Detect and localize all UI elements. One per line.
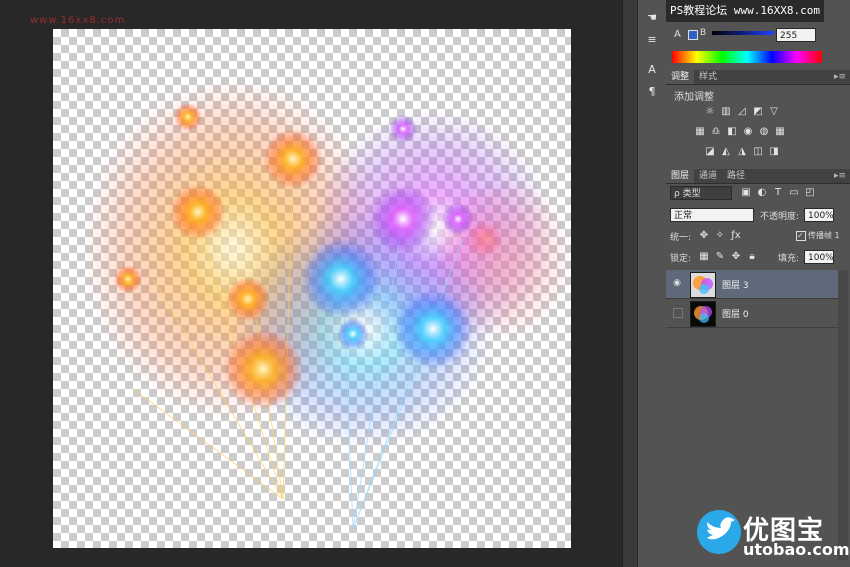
- lookup-icon[interactable]: ▦: [774, 126, 786, 138]
- tab-styles[interactable]: 样式: [694, 70, 722, 84]
- propagate-checkbox[interactable]: ✓: [796, 231, 806, 241]
- color-label-b: B: [700, 28, 707, 38]
- unify-label: 统一:: [670, 233, 692, 243]
- lock-label: 锁定:: [670, 254, 692, 264]
- selective-color-icon[interactable]: ◨: [768, 146, 780, 158]
- layer-thumbnail: [690, 272, 716, 298]
- lock-move-icon[interactable]: ✥: [730, 251, 742, 263]
- threshold-icon[interactable]: ◮: [736, 146, 748, 158]
- tab-channels[interactable]: 通道: [694, 169, 722, 183]
- layer-row-0[interactable]: 图层 0: [666, 299, 838, 328]
- vertical-scrollbar[interactable]: [622, 0, 637, 567]
- layers-tabs: 图层 通道 路径 ▸≡: [666, 169, 850, 184]
- lock-paint-icon[interactable]: ✎: [714, 251, 726, 263]
- bird-logo-icon: [697, 510, 741, 554]
- lock-row: 锁定: ▦ ✎ ✥ 🔒︎ 填充: 100%: [666, 249, 850, 267]
- posterize-icon[interactable]: ◭: [720, 146, 732, 158]
- invert-icon[interactable]: ◪: [704, 146, 716, 158]
- opacity-field[interactable]: 100%: [804, 208, 834, 222]
- adjust-title: 添加调整: [674, 92, 714, 103]
- color-value-field[interactable]: 255: [776, 28, 816, 42]
- panel-menu-icon[interactable]: ▸≡: [834, 70, 846, 84]
- unify-visibility-icon[interactable]: ✧: [714, 230, 726, 242]
- filter-smart-icon[interactable]: ◰: [804, 187, 816, 199]
- brand-watermark: 优图宝 utobao.com: [695, 508, 850, 563]
- filter-shape-icon[interactable]: ▭: [788, 187, 800, 199]
- mixer-icon[interactable]: ◍: [758, 126, 770, 138]
- visibility-eye-icon[interactable]: ◉: [671, 278, 683, 290]
- panel-toolstrip: ☚ ≡ A ¶: [637, 0, 667, 567]
- unify-row: 统一: ✥ ✧ ƒx ✓ 传播帧 1: [666, 229, 850, 245]
- fill-field[interactable]: 100%: [804, 250, 834, 264]
- color-swatch-icon[interactable]: [688, 30, 698, 40]
- curves-icon[interactable]: ◿: [736, 106, 748, 118]
- adjustments-tabs: 调整 样式 ▸≡: [666, 70, 850, 85]
- brand-name-en: utobao.com: [743, 540, 850, 559]
- levels-icon[interactable]: ▥: [720, 106, 732, 118]
- color-slider[interactable]: [712, 31, 774, 35]
- adjustments-panel: 添加调整 ☼ ▥ ◿ ◩ ▽ ▦ ♎ ◧ ◉ ◍ ▦ ◪ ◭ ◮ ◫ ◨: [666, 86, 850, 166]
- tab-paths[interactable]: 路径: [722, 169, 750, 183]
- layer-row-3[interactable]: ◉ 图层 3: [666, 270, 838, 299]
- lock-all-icon[interactable]: 🔒︎: [746, 251, 758, 263]
- tab-adjustments[interactable]: 调整: [666, 70, 695, 84]
- fireworks-image: [83, 79, 571, 530]
- layers-list: ◉ 图层 3 图层 0: [666, 270, 850, 330]
- filter-adjust-icon[interactable]: ◐: [756, 187, 768, 199]
- filter-type-icon[interactable]: T: [772, 187, 784, 199]
- top-left-watermark: www.16xx8.com: [30, 15, 126, 26]
- vibrance-icon[interactable]: ▽: [768, 106, 780, 118]
- site-url-watermark: PS教程论坛 www.16XX8.com: [666, 0, 824, 22]
- brush-settings-icon[interactable]: ≡: [643, 32, 661, 48]
- photo-filter-icon[interactable]: ◉: [742, 126, 754, 138]
- paragraph-icon[interactable]: ¶: [643, 84, 661, 100]
- layer-name: 图层 3: [722, 281, 749, 291]
- layer-name: 图层 0: [722, 310, 749, 320]
- color-label-a: A: [674, 29, 681, 40]
- layer-thumbnail: [690, 301, 716, 327]
- color-panel: A B 255: [666, 27, 850, 67]
- balance-icon[interactable]: ♎: [710, 126, 722, 138]
- right-panels: PS教程论坛 www.16XX8.com A B 255 调整 样式 ▸≡ 添加…: [666, 0, 850, 567]
- hue-icon[interactable]: ▦: [694, 126, 706, 138]
- layer-filter-kind[interactable]: ρ 类型: [670, 186, 732, 200]
- gradient-map-icon[interactable]: ◫: [752, 146, 764, 158]
- unify-style-icon[interactable]: ƒx: [730, 230, 742, 242]
- layers-menu-icon[interactable]: ▸≡: [834, 169, 846, 183]
- fill-label: 填充:: [778, 254, 800, 264]
- opacity-label: 不透明度:: [760, 212, 800, 222]
- blend-row: 正常 不透明度: 100%: [666, 207, 850, 225]
- visibility-toggle-icon[interactable]: [673, 308, 683, 318]
- tab-layers[interactable]: 图层: [666, 169, 695, 183]
- document-workspace: www.16xx8.com: [0, 0, 622, 567]
- lock-transparent-icon[interactable]: ▦: [698, 251, 710, 263]
- hand-tool-icon[interactable]: ☚: [643, 10, 661, 26]
- filter-pixel-icon[interactable]: ▣: [740, 187, 752, 199]
- layers-filter-row: ρ 类型 ▣ ◐ T ▭ ◰: [666, 185, 850, 203]
- brightness-icon[interactable]: ☼: [704, 106, 716, 118]
- blend-mode-select[interactable]: 正常: [670, 208, 754, 222]
- propagate-label: 传播帧 1: [808, 231, 840, 240]
- character-icon[interactable]: A: [643, 62, 661, 78]
- unify-position-icon[interactable]: ✥: [698, 230, 710, 242]
- bw-icon[interactable]: ◧: [726, 126, 738, 138]
- color-spectrum[interactable]: [672, 51, 822, 63]
- document-canvas[interactable]: [53, 29, 571, 548]
- exposure-icon[interactable]: ◩: [752, 106, 764, 118]
